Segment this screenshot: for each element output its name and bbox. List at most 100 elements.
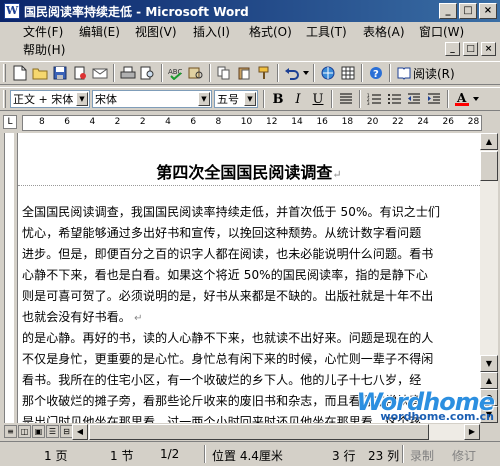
document-title-text: 第四次全国国民阅读调查	[156, 163, 333, 182]
document-line[interactable]: 忧心，希望能够通过多出好书和宣传，以挽回这种颓势。从统计数字看问题	[22, 224, 421, 241]
paste-icon[interactable]	[234, 63, 254, 83]
next-page-icon[interactable]: ▼	[480, 406, 498, 423]
menu-help[interactable]: 帮助(H)	[20, 42, 68, 59]
status-page[interactable]: 1 页	[44, 447, 67, 464]
document-line[interactable]: 是出门时见他坐在那里看，过一两个小时回来时还见他坐在那里看。这个孩	[22, 413, 421, 423]
menu-edit[interactable]: 编辑(E)	[76, 24, 123, 41]
close-button[interactable]: ×	[479, 3, 497, 19]
font-combo[interactable]: 宋体 ▼	[92, 90, 212, 108]
horizontal-scroll-thumb[interactable]	[89, 424, 429, 440]
document-line[interactable]: 那个收破烂的摊子旁，看那些论斤收来的废旧书和杂志，而且看得非常认真	[22, 392, 421, 409]
document-line[interactable]: 进步。但是，即便百分之百的识字人都在阅读，也未必能说明什么问题。看书	[22, 245, 433, 262]
menu-insert[interactable]: 插入(I)	[190, 24, 233, 41]
font-color-dropdown-icon[interactable]	[472, 89, 480, 109]
permission-icon[interactable]	[70, 63, 90, 83]
horizontal-ruler[interactable]: 8 6 4 2 2 4 6 8 10 12 14 16 18 20 22 24 26 28	[22, 115, 482, 131]
document-line[interactable]: 看书。我所在的住宅小区，有一个收破烂的乡下人。他的儿子十七八岁，经	[22, 371, 421, 388]
vertical-scroll-thumb[interactable]	[480, 151, 498, 181]
document-line[interactable]: 全国国民阅读调查，我国国民阅读率持续走低，并首次低于 50%。有识之士们	[22, 203, 440, 220]
ruler-number: 6	[64, 117, 70, 127]
increase-indent-icon[interactable]	[424, 89, 444, 109]
print-icon[interactable]	[118, 63, 138, 83]
style-value: 正文 + 宋体	[13, 93, 74, 106]
read-book-icon	[397, 67, 411, 80]
save-icon[interactable]	[50, 63, 70, 83]
style-combo[interactable]: 正文 + 宋体 ▼	[10, 90, 90, 108]
spelling-check-icon[interactable]: ABC	[166, 63, 186, 83]
menu-file[interactable]: 文件(F)	[20, 24, 66, 41]
font-dropdown-icon[interactable]: ▼	[198, 92, 210, 106]
scroll-up-icon[interactable]: ▲	[480, 133, 498, 150]
status-page-of[interactable]: 1/2	[160, 447, 179, 461]
menu-tools[interactable]: 工具(T)	[303, 24, 350, 41]
word-app-icon[interactable]: W	[4, 3, 20, 19]
web-layout-icon[interactable]: ◫	[18, 425, 31, 438]
normal-view-icon[interactable]: ≡	[4, 425, 17, 438]
minimize-button[interactable]: _	[439, 3, 457, 19]
select-browse-object-icon[interactable]: ●	[480, 389, 498, 406]
toolbar-grip[interactable]	[3, 64, 6, 82]
print-layout-icon[interactable]: ▣	[32, 425, 45, 438]
undo-icon[interactable]	[282, 63, 302, 83]
document-line[interactable]: 也就会没有好书看。 ↵	[22, 308, 143, 325]
email-icon[interactable]	[90, 63, 110, 83]
menu-window[interactable]: 窗口(W)	[416, 24, 467, 41]
maximize-button[interactable]: □	[459, 3, 477, 19]
numbering-icon[interactable]: 123	[364, 89, 384, 109]
scroll-right-icon[interactable]: ▶	[464, 424, 480, 440]
document-line[interactable]: 则是可喜可贺了。必须说明的是，好书从来都是不缺的。出版社就是十年不出	[22, 287, 433, 304]
status-line[interactable]: 3 行	[332, 447, 355, 464]
vertical-ruler[interactable]	[0, 133, 18, 423]
open-folder-icon[interactable]	[30, 63, 50, 83]
menu-format[interactable]: 格式(O)	[246, 24, 295, 41]
horizontal-scroll-row: ≡ ◫ ▣ ☰ ⊟ ◀ ▶	[0, 423, 500, 441]
status-position[interactable]: 位置 4.4厘米	[212, 447, 283, 464]
bullets-icon[interactable]	[384, 89, 404, 109]
style-dropdown-icon[interactable]: ▼	[76, 92, 88, 106]
status-record[interactable]: 录制	[410, 447, 434, 464]
paragraph-mark: ↵	[332, 168, 342, 181]
italic-button[interactable]: I	[288, 89, 308, 109]
new-document-icon[interactable]	[10, 63, 30, 83]
document-line[interactable]: 的是心静。再好的书，读的人心静不下来，也就读不出好来。问题是现在的人	[22, 329, 433, 346]
doc-restore-button[interactable]: □	[463, 42, 478, 56]
status-column[interactable]: 23 列	[368, 447, 399, 464]
status-section[interactable]: 1 节	[110, 447, 133, 464]
size-value: 五号	[217, 93, 239, 106]
menu-view[interactable]: 视图(V)	[132, 24, 180, 41]
doc-minimize-button[interactable]: _	[445, 42, 460, 56]
document-title[interactable]: 第四次全国国民阅读调查↵	[18, 159, 480, 183]
tab-selector[interactable]: L	[3, 115, 17, 129]
document-line[interactable]: 不仅是身忙，更重要的是心忙。身忙总有闲下来的时候，心忙则一辈子不得闲	[22, 350, 433, 367]
ruler-number: 12	[266, 117, 278, 127]
outline-view-icon[interactable]: ☰	[46, 425, 59, 438]
doc-close-button[interactable]: ×	[481, 42, 496, 56]
size-combo[interactable]: 五号 ▼	[214, 90, 258, 108]
menu-table[interactable]: 表格(A)	[360, 24, 408, 41]
research-icon[interactable]	[186, 63, 206, 83]
document-line[interactable]: 心静不下来，看也是白看。如果这个将近 50%的国民阅读率，指的是静下心	[22, 266, 428, 283]
horizontal-scrollbar[interactable]: ◀ ▶	[72, 424, 480, 440]
toolbar-grip[interactable]	[3, 90, 6, 108]
scroll-down-icon[interactable]: ▼	[480, 355, 498, 372]
status-track-changes[interactable]: 修订	[452, 447, 476, 464]
tables-borders-icon[interactable]	[338, 63, 358, 83]
scroll-left-icon[interactable]: ◀	[72, 424, 88, 440]
hyperlink-icon[interactable]	[318, 63, 338, 83]
read-mode-button[interactable]: 阅读(R)	[394, 65, 458, 82]
copy-icon[interactable]	[214, 63, 234, 83]
font-color-button[interactable]: A	[452, 89, 472, 109]
undo-dropdown-icon[interactable]	[302, 63, 310, 83]
size-dropdown-icon[interactable]: ▼	[244, 92, 256, 106]
help-icon[interactable]: ?	[366, 63, 386, 83]
bold-button[interactable]: B	[268, 89, 288, 109]
format-painter-icon[interactable]	[254, 63, 274, 83]
previous-page-icon[interactable]: ▲	[480, 372, 498, 389]
print-preview-icon[interactable]	[138, 63, 158, 83]
justify-icon[interactable]	[336, 89, 356, 109]
ruler-number: 24	[417, 117, 429, 127]
underline-button[interactable]: U	[308, 89, 328, 109]
document-page[interactable]: 第四次全国国民阅读调查↵ 全国国民阅读调查，我国国民阅读率持续走低，并首次低于 …	[18, 133, 480, 423]
vertical-scrollbar[interactable]: ▲ ▼ ▲ ● ▼	[480, 133, 498, 423]
decrease-indent-icon[interactable]	[404, 89, 424, 109]
